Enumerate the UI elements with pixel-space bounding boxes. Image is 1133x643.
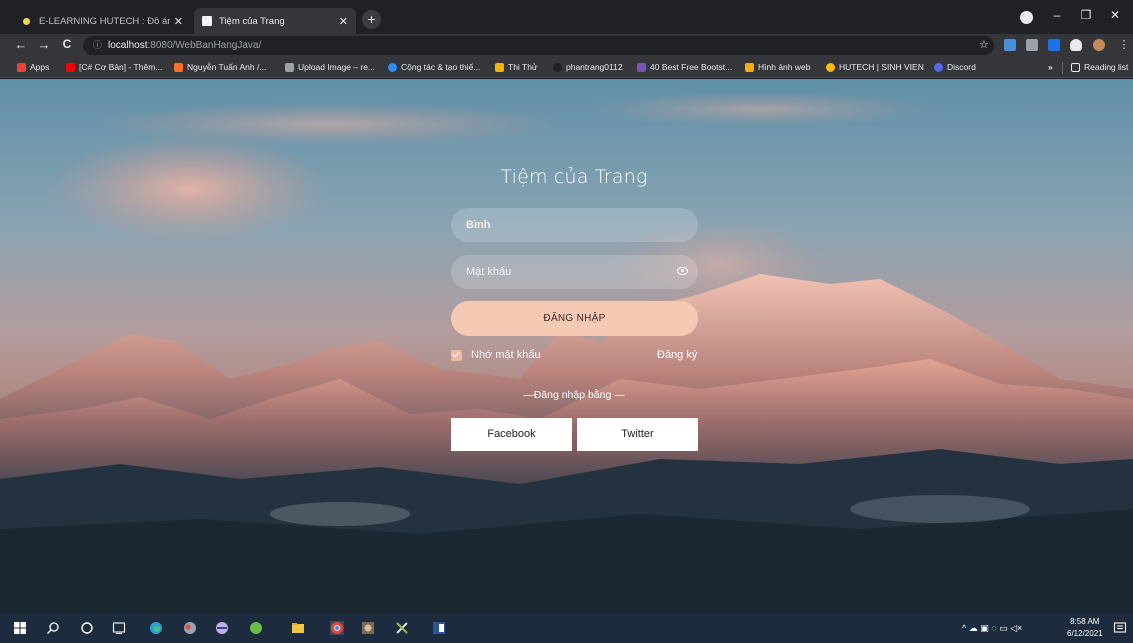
username-input[interactable]: Bình [451,208,698,242]
show-password-eye-icon[interactable] [677,267,688,275]
tab-close-icon[interactable]: ✕ [174,15,183,28]
word-icon[interactable] [432,621,446,635]
apps-grid-icon [17,62,26,72]
cortana-icon[interactable] [80,621,94,635]
app-icon[interactable] [249,621,263,635]
close-window-button[interactable]: ✕ [1104,8,1126,22]
back-button[interactable]: ← [12,37,30,52]
windows-start-icon[interactable] [13,621,27,635]
upload-icon [285,62,294,72]
canva-icon [388,62,397,72]
bookmark-hinh-anh-web[interactable]: Hình ảnh web [745,62,810,72]
tab-close-icon[interactable]: ✕ [339,15,348,28]
bookmark-thi-thu[interactable]: Thi Thử [495,62,538,72]
extension-icon[interactable] [1048,39,1060,51]
remember-password-checkbox[interactable]: Nhớ mật khẩu [451,349,541,361]
hutech-icon [826,62,835,72]
extension-icon[interactable] [1004,39,1016,51]
login-form: Tiệm của Trang Bình Mật khẩu ĐĂNG NHẬP N… [0,79,1133,614]
browser-toolbar: ← → C ⓘ localhost:8080/WebBanHangJava/ [0,34,1133,58]
bookmark-discord[interactable]: Discord [934,62,976,72]
person-icon [495,62,504,72]
reload-button[interactable]: C [58,37,76,51]
notification-icon[interactable] [1113,621,1127,635]
file-explorer-icon[interactable] [291,621,305,635]
twitter-login-button[interactable]: Twitter [577,418,698,451]
url-path: :8080/WebBanHangJava/ [147,40,262,51]
restore-button[interactable]: ❐ [1075,8,1097,22]
profile-icon[interactable] [1020,11,1033,24]
facebook-login-button[interactable]: Facebook [451,418,572,451]
task-view-icon[interactable] [112,621,126,635]
taskbar-clock[interactable]: 8:58 AM 6/12/2021 [1067,616,1103,640]
page-viewport: Tiệm của Trang Bình Mật khẩu ĐĂNG NHẬP N… [0,79,1133,614]
windows-taskbar: ^ ☁ ▣ ◌ ▭ ◁× 8:58 AM 6/12/2021 [0,614,1133,643]
bookmark-upload-image[interactable]: Upload Image – re... [285,62,375,72]
password-placeholder: Mật khẩu [466,266,512,278]
discord-icon [934,62,943,72]
bookmark-hutech[interactable]: HUTECH | SINH VIEN [826,62,924,72]
tools-icon[interactable] [395,621,409,635]
new-tab-button[interactable]: + [362,10,381,29]
bootstrap-icon [637,62,646,72]
chrome-icon[interactable] [330,621,344,635]
login-button[interactable]: ĐĂNG NHẬP [451,301,698,336]
site-info-icon[interactable]: ⓘ [93,40,102,50]
folder-icon [745,62,754,72]
edge-browser-icon[interactable] [149,621,163,635]
bookmark-phantrang[interactable]: phantrang0112 [553,62,623,72]
system-tray[interactable]: ^ ☁ ▣ ◌ ▭ ◁× [962,623,1022,634]
avatar[interactable] [1093,39,1105,51]
password-input[interactable]: Mật khẩu [451,255,698,289]
clock-date: 6/12/2021 [1067,629,1103,638]
youtube-icon [66,62,75,72]
browser-tab-strip: E-LEARNING HUTECH : Đồ án java ✕ Tiệm củ… [0,0,1133,34]
bookmark-csharp[interactable]: [C# Cơ Bản] - Thêm... [66,62,162,72]
clock-time: 8:58 AM [1070,617,1100,626]
elearning-favicon-icon [23,17,30,25]
tab-elearning[interactable]: E-LEARNING HUTECH : Đồ án java ✕ [13,8,191,34]
app-icon[interactable] [183,621,197,635]
brand-title: Tiệm của Trang [500,166,648,188]
minimize-button[interactable]: – [1046,8,1068,22]
github-icon [553,62,562,72]
reading-list-button[interactable]: Reading list [1071,62,1128,72]
tab-tiem-cua-trang[interactable]: Tiệm của Trang ✕ [194,8,356,34]
forward-button[interactable]: → [35,37,53,52]
tab-title: E-LEARNING HUTECH : Đồ án java [39,15,170,27]
bookmarks-bar: Apps [C# Cơ Bản] - Thêm... Nguyễn Tuấn A… [0,58,1133,78]
bookmarks-separator [1062,62,1063,74]
social-login-divider: —Đăng nhập bằng — [523,389,625,401]
bookmark-apps[interactable]: Apps [17,62,49,72]
reading-list-icon [1071,62,1080,72]
app-icon[interactable] [215,621,229,635]
app-icon[interactable] [361,621,375,635]
bookmark-canva[interactable]: Cộng tác & tạo thiế... [388,62,480,72]
bookmark-star-icon[interactable]: ☆ [979,38,989,51]
page-favicon-icon [202,16,212,26]
bookmark-bootstrap[interactable]: 40 Best Free Bootst... [637,62,732,72]
bookmarks-overflow-button[interactable]: » [1048,62,1053,72]
address-bar[interactable]: ⓘ localhost:8080/WebBanHangJava/ [83,36,994,55]
bookmark-gitlab[interactable]: Nguyễn Tuấn Anh /... [174,62,266,72]
remember-label: Nhớ mật khẩu [471,349,541,361]
search-icon[interactable] [46,621,60,635]
tab-title: Tiệm của Trang [219,15,285,27]
gitlab-icon [174,62,183,72]
browser-menu-icon[interactable]: ⋮ [1118,39,1130,51]
signup-link[interactable]: Đăng ký [657,349,697,361]
camera-extension-icon[interactable] [1026,39,1038,51]
url-host: localhost [108,40,148,51]
checkbox-checked-icon[interactable] [451,349,462,361]
extensions-puzzle-icon[interactable] [1070,39,1082,51]
